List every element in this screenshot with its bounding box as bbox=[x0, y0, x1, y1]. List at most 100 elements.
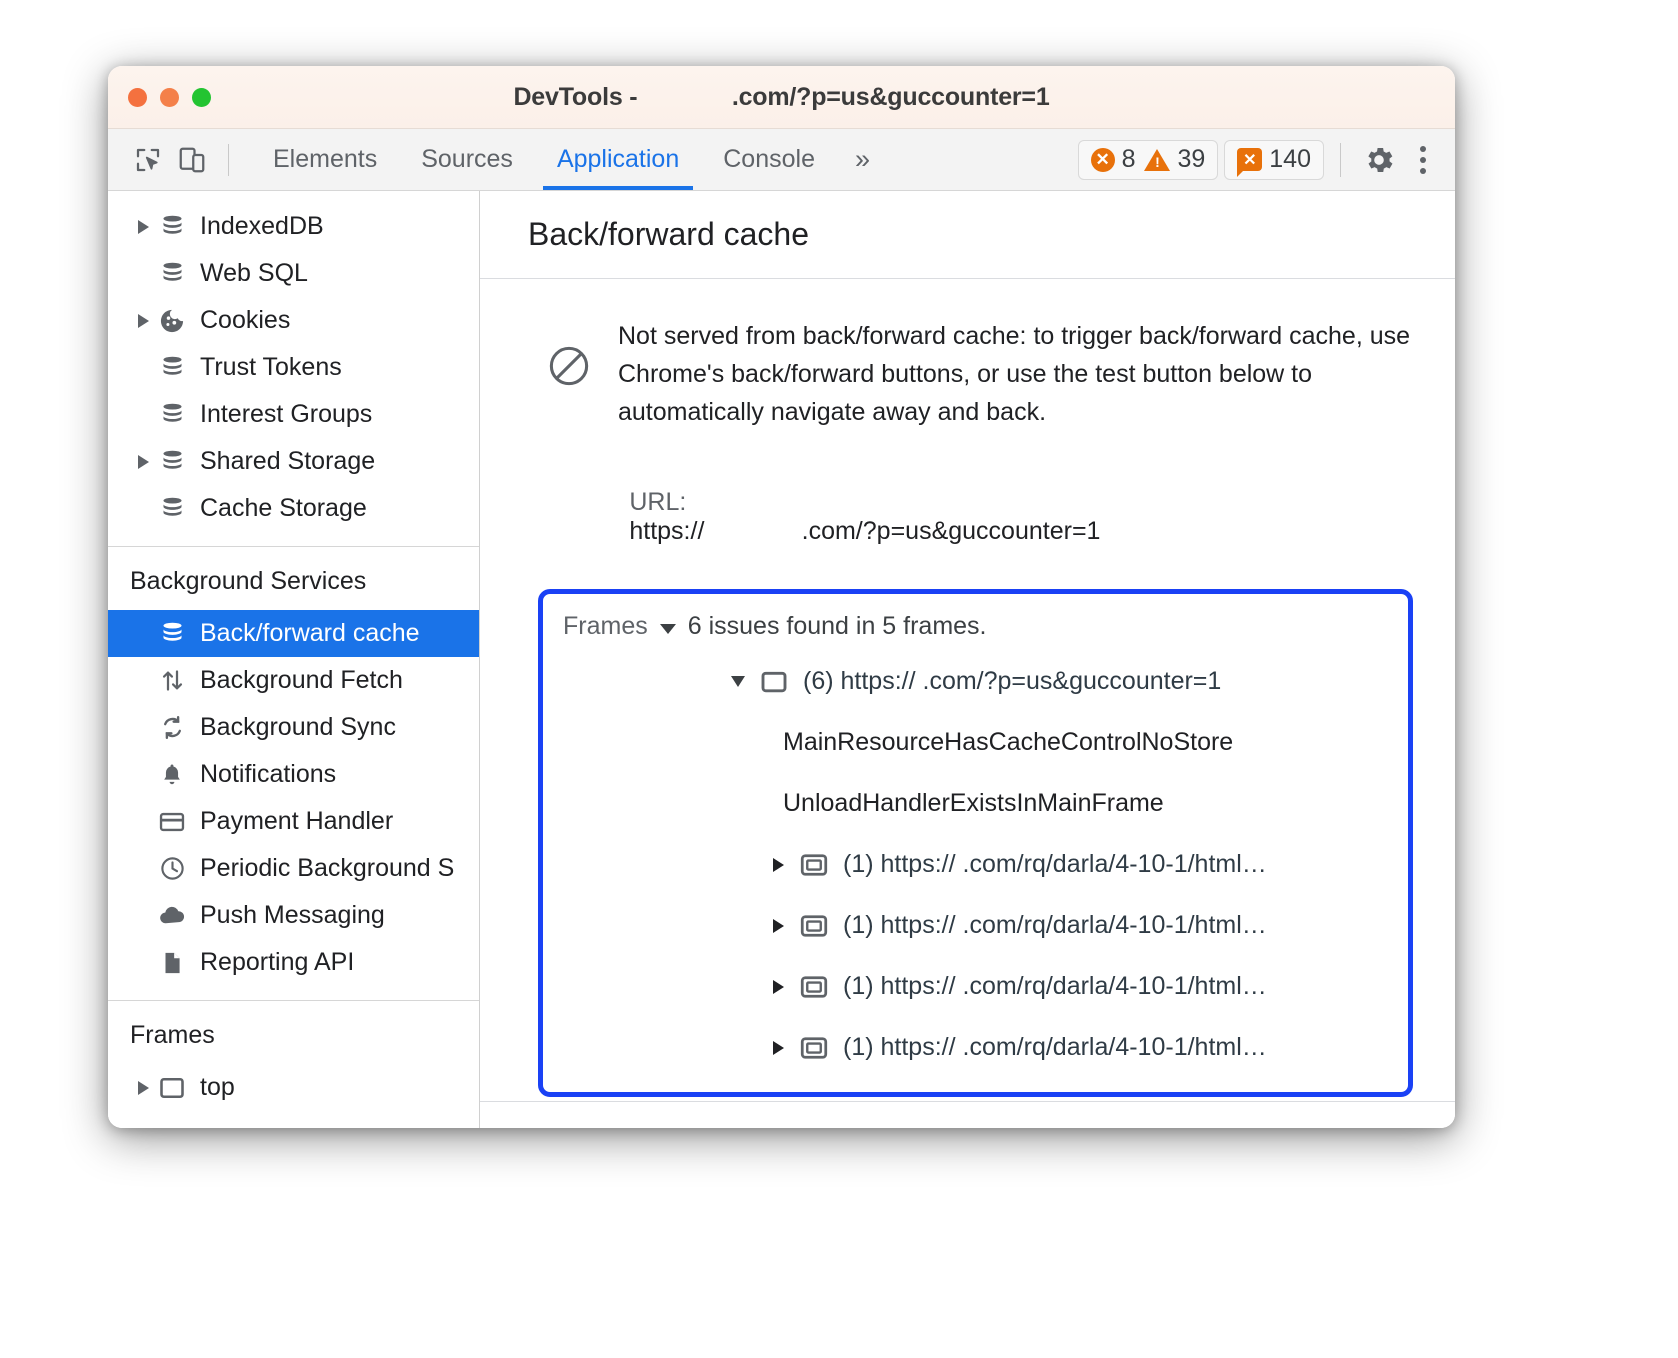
tab-console[interactable]: Console bbox=[701, 129, 837, 190]
chevron-right-icon[interactable] bbox=[130, 1080, 156, 1095]
frame-url: https:// .com/rq/darla/4-10-1/html… bbox=[880, 1033, 1267, 1061]
sidebar-item-notifications[interactable]: Notifications bbox=[108, 751, 479, 798]
cookie-icon bbox=[156, 307, 188, 335]
devtools-body: IndexedDB Web SQL Cookies Trust Tokens I… bbox=[108, 191, 1455, 1128]
sidebar-item-cookies[interactable]: Cookies bbox=[108, 297, 479, 344]
frame-icon bbox=[755, 667, 793, 697]
warning-counter[interactable]: 39 bbox=[1144, 145, 1205, 174]
frames-tree-highlight: Frames 6 issues found in 5 frames. (6) h… bbox=[538, 589, 1413, 1097]
cloud-icon bbox=[156, 901, 188, 930]
frames-summary: 6 issues found in 5 frames. bbox=[687, 612, 987, 640]
sidebar-item-label: Interest Groups bbox=[200, 400, 373, 428]
sidebar-item-indexeddb[interactable]: IndexedDB bbox=[108, 203, 479, 250]
sidebar-item-label: Notifications bbox=[200, 760, 337, 788]
panel-content: Not served from back/forward cache: to t… bbox=[480, 279, 1455, 1128]
frame-issue-count: (6) bbox=[803, 667, 834, 695]
frame-url: https:// .com/rq/darla/4-10-1/html… bbox=[880, 850, 1267, 878]
database-icon bbox=[156, 401, 188, 428]
toolbar-divider bbox=[228, 143, 229, 176]
sidebar-item-payment-handler[interactable]: Payment Handler bbox=[108, 798, 479, 845]
window-titlebar: DevTools - .com/?p=us&guccounter=1 bbox=[108, 66, 1455, 129]
gear-icon[interactable] bbox=[1357, 138, 1401, 182]
bell-icon bbox=[156, 762, 188, 788]
document-icon bbox=[156, 950, 188, 976]
sidebar-scroll-clip bbox=[108, 191, 479, 203]
panel-bottom-divider bbox=[480, 1101, 1455, 1102]
frame-url: https:// .com/rq/darla/4-10-1/html… bbox=[880, 972, 1267, 1000]
issue-icon: ✕ bbox=[1237, 148, 1263, 177]
frame-issue-count: (1) bbox=[843, 1033, 874, 1061]
sidebar-item-label: Back/forward cache bbox=[200, 619, 420, 647]
issues-counter-inner[interactable]: ✕ 140 bbox=[1237, 145, 1311, 177]
sidebar-item-label: top bbox=[200, 1073, 235, 1101]
sidebar-item-label: Trust Tokens bbox=[200, 353, 342, 381]
console-counters[interactable]: ✕ 8 39 bbox=[1077, 139, 1219, 180]
more-tabs-icon[interactable]: » bbox=[837, 144, 885, 175]
sidebar-section-frames: Frames bbox=[130, 1021, 215, 1049]
iframe-icon bbox=[795, 911, 833, 941]
sidebar-section-background-services: Background Services bbox=[130, 567, 367, 595]
sidebar-item-label: Cookies bbox=[200, 306, 291, 334]
chevron-down-icon[interactable] bbox=[721, 676, 755, 687]
frame-url: https:// .com/rq/darla/4-10-1/html… bbox=[880, 911, 1267, 939]
chevron-right-icon[interactable] bbox=[130, 219, 156, 234]
sidebar-item-background-sync[interactable]: Background Sync bbox=[108, 704, 479, 751]
sidebar-item-trust-tokens[interactable]: Trust Tokens bbox=[108, 344, 479, 391]
sync-icon bbox=[156, 714, 188, 741]
sidebar-item-push-messaging[interactable]: Push Messaging bbox=[108, 892, 479, 939]
tab-application[interactable]: Application bbox=[535, 129, 701, 190]
frame-tree-row[interactable]: (1) https:// .com/rq/darla/4-10-1/html… bbox=[561, 834, 1394, 895]
database-icon bbox=[156, 260, 188, 287]
tab-elements[interactable]: Elements bbox=[251, 129, 399, 190]
sidebar-item-interest-groups[interactable]: Interest Groups bbox=[108, 391, 479, 438]
iframe-icon bbox=[795, 850, 833, 880]
sidebar-item-periodic-background-sync[interactable]: Periodic Background S bbox=[108, 845, 479, 892]
sidebar-item-label: Push Messaging bbox=[200, 901, 385, 929]
sidebar-item-label: Web SQL bbox=[200, 259, 308, 287]
credit-card-icon bbox=[156, 808, 188, 836]
error-counter[interactable]: ✕ 8 bbox=[1090, 145, 1135, 174]
frame-tree-row[interactable]: (6) https:// .com/?p=us&guccounter=1 bbox=[561, 651, 1394, 712]
device-toolbar-icon[interactable] bbox=[170, 138, 214, 182]
application-main-panel: Back/forward cache Not served from back/… bbox=[480, 191, 1455, 1128]
iframe-icon bbox=[795, 972, 833, 1002]
no-entry-icon bbox=[546, 343, 592, 394]
sidebar-item-label: Cache Storage bbox=[200, 494, 367, 522]
inspect-element-icon[interactable] bbox=[126, 138, 170, 182]
frame-icon bbox=[156, 1074, 188, 1102]
chevron-right-icon[interactable] bbox=[761, 1040, 795, 1055]
frame-issue-count: (1) bbox=[843, 972, 874, 1000]
panel-header: Back/forward cache bbox=[480, 191, 1455, 279]
page-url-row: URL: https:// .com/?p=us&guccounter=1 bbox=[546, 459, 1415, 575]
devtools-window: DevTools - .com/?p=us&guccounter=1 Eleme bbox=[108, 66, 1455, 1128]
chevron-right-icon[interactable] bbox=[130, 454, 156, 469]
chevron-right-icon[interactable] bbox=[130, 313, 156, 328]
issues-counter[interactable]: ✕ 140 bbox=[1224, 139, 1324, 180]
chevron-right-icon[interactable] bbox=[761, 918, 795, 933]
tab-sources[interactable]: Sources bbox=[399, 129, 535, 190]
frames-tree-header[interactable]: Frames 6 issues found in 5 frames. bbox=[561, 606, 1394, 651]
sidebar-item-top-frame[interactable]: top bbox=[108, 1064, 479, 1111]
sidebar-item-reporting-api[interactable]: Reporting API bbox=[108, 939, 479, 986]
database-icon bbox=[156, 495, 188, 522]
database-icon bbox=[156, 620, 188, 647]
frame-tree-row[interactable]: (1) https:// .com/rq/darla/4-10-1/html… bbox=[561, 956, 1394, 1017]
chevron-down-icon[interactable] bbox=[659, 623, 676, 634]
sidebar-item-background-fetch[interactable]: Background Fetch bbox=[108, 657, 479, 704]
sidebar-item-label: Payment Handler bbox=[200, 807, 394, 835]
frame-tree-row[interactable]: (1) https:// .com/rq/darla/4-10-1/html… bbox=[561, 1017, 1394, 1078]
chevron-right-icon[interactable] bbox=[761, 857, 795, 872]
application-sidebar: IndexedDB Web SQL Cookies Trust Tokens I… bbox=[108, 191, 480, 1128]
sidebar-item-label: IndexedDB bbox=[200, 212, 324, 240]
frames-label: Frames bbox=[563, 612, 648, 640]
sidebar-item-web-sql[interactable]: Web SQL bbox=[108, 250, 479, 297]
chevron-right-icon[interactable] bbox=[761, 979, 795, 994]
iframe-icon bbox=[795, 1033, 833, 1063]
sidebar-item-back-forward-cache[interactable]: Back/forward cache bbox=[108, 610, 479, 657]
sidebar-item-cache-storage[interactable]: Cache Storage bbox=[108, 485, 479, 532]
sidebar-item-shared-storage[interactable]: Shared Storage bbox=[108, 438, 479, 485]
kebab-menu-icon[interactable] bbox=[1405, 140, 1441, 180]
screenshot-root: DevTools - .com/?p=us&guccounter=1 Eleme bbox=[0, 0, 1678, 1358]
frame-tree-row[interactable]: (1) https:// .com/rq/darla/4-10-1/html… bbox=[561, 895, 1394, 956]
panel-tabs: Elements Sources Application Console bbox=[251, 129, 837, 190]
